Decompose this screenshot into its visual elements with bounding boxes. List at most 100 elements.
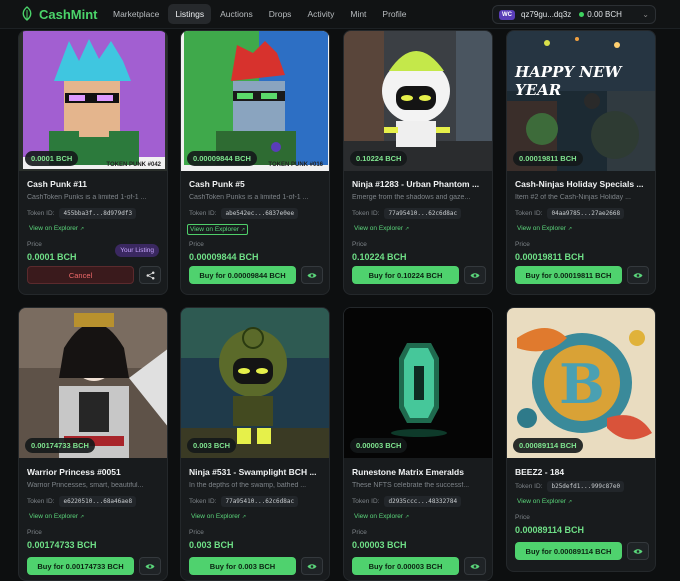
card-title[interactable]: Ninja #531 - Swamplight BCH ... [189, 467, 325, 477]
card-title[interactable]: Runestone Matrix Emeralds [352, 467, 488, 477]
view-button[interactable] [627, 542, 649, 560]
view-on-explorer-link[interactable]: View on Explorer ↗ [189, 512, 248, 521]
eye-icon [307, 563, 317, 569]
card-title[interactable]: Cash Punk #5 [189, 179, 325, 189]
price-pill: 0.0001 BCH [25, 151, 79, 166]
token-id-label: Token ID: [352, 498, 380, 505]
explorer-link-label: View on Explorer [191, 513, 241, 520]
price-label: Price [27, 529, 42, 536]
card-description: Emerge from the shadows and gaze... [352, 194, 471, 201]
view-on-explorer-link[interactable]: View on Explorer ↗ [187, 224, 249, 235]
card-title[interactable]: Warrior Princess #0051 [27, 467, 163, 477]
your-listing-badge: Your Listing [115, 244, 159, 257]
view-on-explorer-link[interactable]: View on Explorer ↗ [352, 224, 411, 233]
view-on-explorer-link[interactable]: View on Explorer ↗ [27, 512, 86, 521]
external-link-icon: ↗ [404, 226, 410, 232]
price-pill: 0.10224 BCH [350, 151, 408, 166]
buy-button[interactable]: Buy for 0.00009844 BCH [189, 266, 296, 284]
view-button[interactable] [627, 266, 649, 284]
nft-image[interactable]: 0.00174733 BCH [19, 308, 167, 458]
price-pill: 0.003 BCH [187, 438, 237, 453]
nav-item-profile[interactable]: Profile [375, 4, 413, 24]
nft-image[interactable]: 0.00003 BCH [344, 308, 492, 458]
eye-icon [633, 548, 643, 554]
token-id-value[interactable]: abe542ec...6837e0ee [221, 208, 299, 219]
listing-card[interactable]: 0.00003 BCH Runestone Matrix Emeralds Th… [343, 307, 493, 581]
view-button[interactable] [301, 266, 323, 284]
nft-image[interactable]: TOKEN PUNK #042 0.0001 BCH [19, 31, 167, 171]
view-button[interactable] [464, 557, 486, 575]
token-id-value[interactable]: d2935ccc...48332784 [384, 496, 462, 507]
nav-item-marketplace[interactable]: Marketplace [106, 4, 166, 24]
price-value: 0.003 BCH [189, 540, 234, 550]
buy-button[interactable]: Buy for 0.00003 BCH [352, 557, 459, 575]
art-caption: HAPPY NEW YEAR [515, 63, 622, 99]
nav-item-auctions[interactable]: Auctions [213, 4, 260, 24]
wallet-button[interactable]: WC qz79gu...dq3z 0.00 BCH ⌄ [492, 5, 656, 24]
buy-button[interactable]: Buy for 0.00174733 BCH [27, 557, 134, 575]
token-id-value[interactable]: e6220510...68a46ae8 [59, 496, 137, 507]
explorer-link-label: View on Explorer [517, 498, 567, 505]
price-value: 0.00009844 BCH [189, 252, 259, 262]
main-menu: Marketplace Listings Auctions Drops Acti… [106, 4, 416, 24]
view-button[interactable] [139, 557, 161, 575]
card-title[interactable]: Cash Punk #11 [27, 179, 163, 189]
art-caption: TOKEN PUNK #016 [268, 162, 323, 168]
price-value: 0.00174733 BCH [27, 540, 97, 550]
buy-button[interactable]: Buy for 0.003 BCH [189, 557, 296, 575]
view-on-explorer-link[interactable]: View on Explorer ↗ [27, 224, 86, 233]
nft-image[interactable]: TOKEN PUNK #016 0.00009844 BCH [181, 31, 329, 171]
nft-image[interactable]: 0.10224 BCH [344, 31, 492, 171]
listing-card[interactable]: 0.00174733 BCH Warrior Princess #0051 Wa… [18, 307, 168, 581]
nft-image[interactable]: B 0.00089114 BCH [507, 308, 655, 458]
token-id-value[interactable]: b25defd1...999c87e0 [547, 481, 625, 492]
price-value: 0.00019811 BCH [515, 252, 585, 262]
buy-button[interactable]: Buy for 0.10224 BCH [352, 266, 459, 284]
card-description: CashToken Punks is a limited 1-of-1 ... [27, 194, 147, 201]
listing-card[interactable]: B 0.00089114 BCH BEEZ2 - 184 Token ID: b… [506, 307, 656, 572]
listing-card[interactable]: 0.003 BCH Ninja #531 - Swamplight BCH ..… [180, 307, 330, 581]
token-id-row: Token ID: d2935ccc...48332784 [352, 496, 462, 507]
nav-item-activity[interactable]: Activity [300, 4, 341, 24]
card-title[interactable]: Cash-Ninjas Holiday Specials ... [515, 179, 651, 189]
share-button[interactable] [139, 266, 161, 284]
nav-item-listings[interactable]: Listings [168, 4, 212, 24]
card-description: In the depths of the swamp, bathed ... [189, 482, 307, 489]
token-id-value[interactable]: 04aa9785...27ae2668 [547, 208, 625, 219]
view-on-explorer-link[interactable]: View on Explorer ↗ [352, 512, 411, 521]
buy-button[interactable]: Buy for 0.00019811 BCH [515, 266, 622, 284]
view-on-explorer-link[interactable]: View on Explorer ↗ [515, 224, 574, 233]
card-title[interactable]: BEEZ2 - 184 [515, 467, 651, 477]
view-on-explorer-link[interactable]: View on Explorer ↗ [515, 497, 574, 506]
view-button[interactable] [301, 557, 323, 575]
listing-card[interactable]: TOKEN PUNK #042 0.0001 BCH Cash Punk #11… [18, 30, 168, 295]
token-id-row: Token ID: 77a95410...62c6d8ac [189, 496, 299, 507]
cancel-listing-button[interactable]: Cancel [27, 266, 134, 284]
view-button[interactable] [464, 266, 486, 284]
nft-image[interactable]: HAPPY NEW YEAR 0.00019811 BCH [507, 31, 655, 171]
explorer-link-label: View on Explorer [517, 225, 567, 232]
eye-icon [470, 272, 480, 278]
token-id-value[interactable]: 77a95410...62c6d8ac [221, 496, 299, 507]
card-description: CashToken Punks is a limited 1-of-1 ... [189, 194, 309, 201]
listing-card[interactable]: TOKEN PUNK #016 0.00009844 BCH Cash Punk… [180, 30, 330, 295]
buy-button[interactable]: Buy for 0.00089114 BCH [515, 542, 622, 560]
nav-item-mint[interactable]: Mint [343, 4, 373, 24]
token-id-row: Token ID: 04aa9785...27ae2668 [515, 208, 625, 219]
token-id-value[interactable]: 77a95410...62c6d8ac [384, 208, 462, 219]
price-value: 0.00089114 BCH [515, 525, 585, 535]
card-title[interactable]: Ninja #1283 - Urban Phantom ... [352, 179, 488, 189]
explorer-link-label: View on Explorer [354, 225, 404, 232]
external-link-icon: ↗ [567, 226, 573, 232]
price-pill: 0.00089114 BCH [513, 438, 583, 453]
listing-card[interactable]: HAPPY NEW YEAR 0.00019811 BCH Cash-Ninja… [506, 30, 656, 295]
explorer-link-label: View on Explorer [190, 226, 240, 233]
token-id-value[interactable]: 455bba3f...8d979df3 [59, 208, 137, 219]
nav-item-drops[interactable]: Drops [262, 4, 299, 24]
nft-image[interactable]: 0.003 BCH [181, 308, 329, 458]
brand[interactable]: CashMint [20, 6, 106, 22]
leaf-logo-icon [20, 6, 34, 22]
listing-card[interactable]: 0.10224 BCH Ninja #1283 - Urban Phantom … [343, 30, 493, 295]
price-label: Price [352, 529, 367, 536]
price-label: Price [189, 241, 204, 248]
